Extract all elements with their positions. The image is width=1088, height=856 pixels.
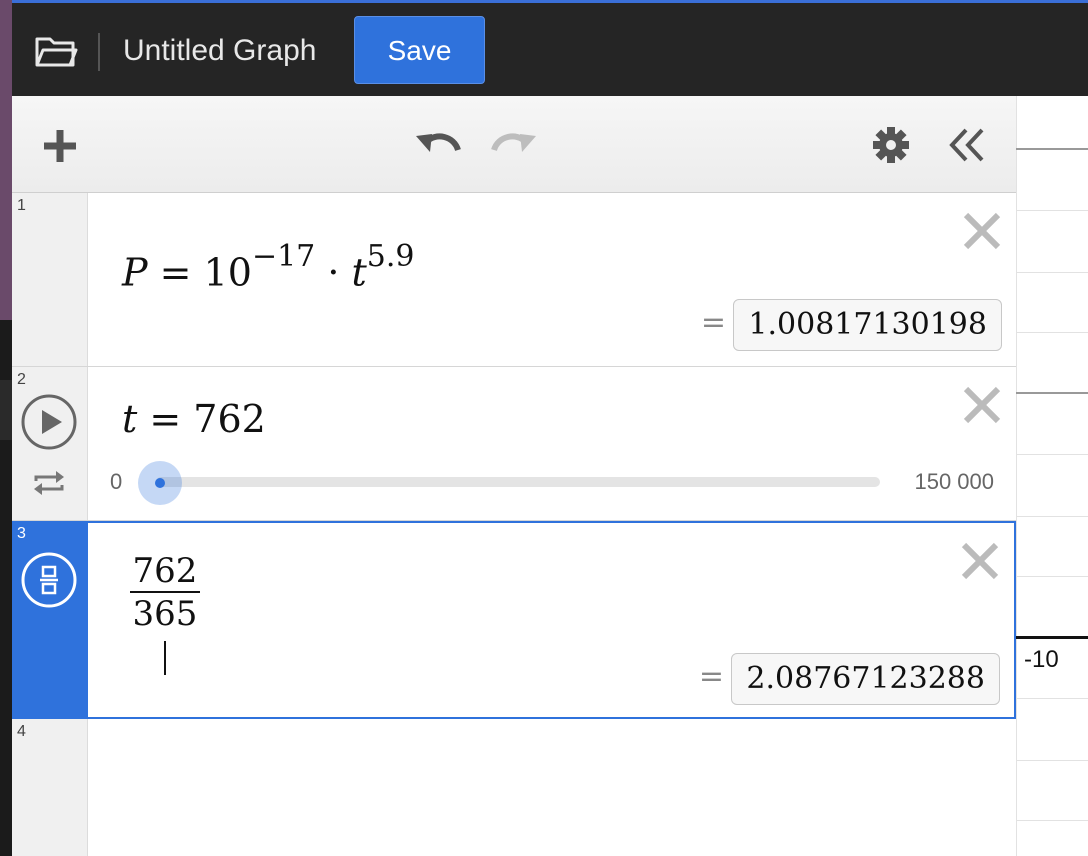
expression-formula[interactable]: P = 10−17 · t5.9 — [122, 233, 415, 303]
denominator: 365 — [132, 594, 198, 634]
save-button[interactable]: Save — [354, 16, 485, 84]
expression-index: 4 — [17, 723, 26, 740]
expression-row-3[interactable]: 3 762 365 = 2.08767123288 — [12, 521, 1016, 719]
evaluation-result: 2.08767123288 — [731, 653, 1000, 705]
top-bar: Untitled Graph Save — [12, 0, 1088, 96]
redo-icon[interactable] — [490, 128, 538, 160]
expression-row-1[interactable]: 1 P = 10−17 · t5.9 = 1.00817130198 — [12, 193, 1016, 367]
expression-toolbar — [12, 96, 1016, 193]
close-icon[interactable] — [960, 541, 1000, 581]
play-icon[interactable] — [20, 393, 78, 451]
window-left-edge — [0, 0, 12, 856]
expression-row-4[interactable]: 4 — [12, 719, 1016, 856]
close-icon[interactable] — [962, 385, 1002, 425]
exponent-1: −17 — [251, 239, 316, 274]
variable-p: P — [122, 250, 148, 295]
slider-min-label: 0 — [110, 469, 123, 494]
text-cursor — [164, 641, 166, 675]
fraction-format-icon[interactable] — [20, 551, 78, 609]
slider-expression[interactable]: t = 762 — [122, 391, 266, 447]
expression-gutter[interactable]: 4 — [12, 719, 88, 856]
variable-t: t — [351, 250, 367, 295]
slider-value: 762 — [193, 397, 266, 441]
slider-track[interactable] — [156, 477, 880, 487]
expression-index: 1 — [17, 197, 26, 214]
equals-sign: = — [700, 305, 726, 340]
variable-t: t — [122, 397, 138, 441]
equals-sign: = — [698, 659, 724, 694]
evaluation-result: 1.00817130198 — [733, 299, 1002, 351]
expression-gutter[interactable]: 2 — [12, 367, 88, 520]
expression-panel: 1 P = 10−17 · t5.9 = 1.00817130198 2 t =… — [12, 96, 1016, 856]
fraction-expression[interactable]: 762 365 — [130, 551, 200, 677]
graph-canvas[interactable]: -10 — [1016, 96, 1088, 856]
expression-row-2[interactable]: 2 t = 762 0 150 000 — [12, 367, 1016, 521]
plus-icon[interactable] — [42, 128, 78, 164]
close-icon[interactable] — [962, 211, 1002, 251]
numerator: 762 — [132, 551, 198, 591]
folder-icon[interactable] — [34, 33, 78, 69]
gear-icon[interactable] — [872, 126, 910, 164]
loop-icon[interactable] — [32, 469, 66, 497]
axis-tick-label: -10 — [1024, 646, 1059, 673]
expression-index: 3 — [17, 525, 26, 542]
base: 10 — [203, 250, 252, 295]
expression-gutter[interactable]: 3 — [12, 521, 88, 719]
undo-icon[interactable] — [414, 128, 462, 160]
slider-thumb[interactable] — [137, 461, 182, 505]
expression-gutter[interactable]: 1 — [12, 193, 88, 366]
expression-index: 2 — [17, 371, 26, 388]
divider — [98, 33, 100, 71]
slider-max-label: 150 000 — [914, 469, 994, 494]
double-chevron-left-icon[interactable] — [948, 126, 986, 164]
graph-title[interactable]: Untitled Graph — [123, 31, 316, 71]
exponent-2: 5.9 — [366, 239, 415, 274]
